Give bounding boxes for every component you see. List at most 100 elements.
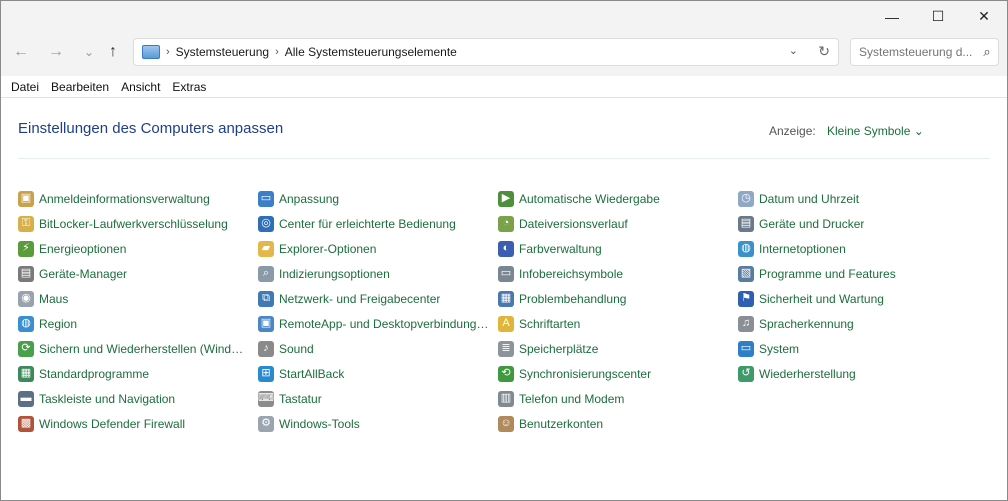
menu-bearbeiten[interactable]: Bearbeiten xyxy=(45,80,115,94)
control-panel-item-label[interactable]: Benutzerkonten xyxy=(519,417,603,431)
breadcrumb-chevron-icon[interactable]: › xyxy=(166,46,170,58)
control-panel-item[interactable]: ≣ Speicherplätze xyxy=(498,336,738,361)
control-panel-item-label[interactable]: Sichern und Wiederherstellen (Windows 7) xyxy=(39,342,249,356)
control-panel-item[interactable]: ◉ Maus xyxy=(18,286,258,311)
control-panel-item-label[interactable]: Spracherkennung xyxy=(759,317,854,331)
control-panel-item-label[interactable]: Schriftarten xyxy=(519,317,580,331)
control-panel-item-label[interactable]: Windows-Tools xyxy=(279,417,360,431)
control-panel-item-label[interactable]: Anpassung xyxy=(279,192,339,206)
control-panel-item[interactable]: ⟲ Synchronisierungscenter xyxy=(498,361,738,386)
control-panel-item-label[interactable]: Windows Defender Firewall xyxy=(39,417,185,431)
control-panel-item[interactable]: A Schriftarten xyxy=(498,311,738,336)
control-panel-item[interactable]: ▤ Geräte und Drucker xyxy=(738,211,978,236)
control-panel-item-label[interactable]: System xyxy=(759,342,799,356)
control-panel-item-label[interactable]: Wiederherstellung xyxy=(759,367,856,381)
control-panel-item-label[interactable]: Automatische Wiedergabe xyxy=(519,192,660,206)
control-panel-item[interactable]: ◐ Farbverwaltung xyxy=(498,236,738,261)
control-panel-item-label[interactable]: Maus xyxy=(39,292,68,306)
control-panel-item-label[interactable]: Datum und Uhrzeit xyxy=(759,192,859,206)
control-panel-item[interactable]: ◍ Region xyxy=(18,311,258,336)
control-panel-item-label[interactable]: Anmeldeinformationsverwaltung xyxy=(39,192,210,206)
maximize-icon[interactable]: ☐ xyxy=(915,1,961,32)
control-panel-item[interactable]: ▬ Taskleiste und Navigation xyxy=(18,386,258,411)
control-panel-item[interactable]: ▦ Standardprogramme xyxy=(18,361,258,386)
control-panel-item[interactable]: ⧉ Netzwerk- und Freigabecenter xyxy=(258,286,498,311)
close-icon[interactable]: ✕ xyxy=(961,1,1007,32)
control-panel-item-label[interactable]: BitLocker-Laufwerkverschlüsselung xyxy=(39,217,228,231)
control-panel-item-label[interactable]: Region xyxy=(39,317,77,331)
control-panel-item-label[interactable]: Indizierungsoptionen xyxy=(279,267,390,281)
control-panel-item[interactable]: ▭ Anpassung xyxy=(258,186,498,211)
control-panel-item-label[interactable]: Problembehandlung xyxy=(519,292,626,306)
control-panel-item[interactable]: ⌨ Tastatur xyxy=(258,386,498,411)
control-panel-item-label[interactable]: Sound xyxy=(279,342,314,356)
control-panel-item-label[interactable]: Taskleiste und Navigation xyxy=(39,392,175,406)
breadcrumb-systemsteuerung[interactable]: Systemsteuerung xyxy=(176,45,269,59)
view-by-dropdown[interactable]: Kleine Symbole ⌄ xyxy=(827,124,924,138)
address-dropdown-icon[interactable]: ⌄ xyxy=(789,44,798,57)
control-panel-item-label[interactable]: Farbverwaltung xyxy=(519,242,602,256)
control-panel-item-label[interactable]: Tastatur xyxy=(279,392,322,406)
control-panel-item[interactable]: ⚡ Energieoptionen xyxy=(18,236,258,261)
control-panel-item-label[interactable]: Sicherheit und Wartung xyxy=(759,292,884,306)
breadcrumb-chevron-icon[interactable]: › xyxy=(275,46,279,58)
control-panel-item[interactable]: ▰ Explorer-Optionen xyxy=(258,236,498,261)
control-panel-item[interactable]: ♪ Sound xyxy=(258,336,498,361)
back-arrow-icon[interactable]: ← xyxy=(9,40,33,64)
control-panel-item[interactable]: ⊞ StartAllBack xyxy=(258,361,498,386)
control-panel-item[interactable]: ▤ Geräte-Manager xyxy=(18,261,258,286)
control-panel-item[interactable]: ◍ Internetoptionen xyxy=(738,236,978,261)
control-panel-item[interactable]: ◎ Center für erleichterte Bedienung xyxy=(258,211,498,236)
control-panel-item-label[interactable]: Geräte und Drucker xyxy=(759,217,864,231)
address-bar[interactable]: › Systemsteuerung › Alle Systemsteuerung… xyxy=(133,38,839,66)
control-panel-item-label[interactable]: Infobereichsymbole xyxy=(519,267,623,281)
menu-ansicht[interactable]: Ansicht xyxy=(115,80,166,94)
control-panel-item-label[interactable]: Internetoptionen xyxy=(759,242,846,256)
control-panel-item-label[interactable]: Center für erleichterte Bedienung xyxy=(279,217,456,231)
forward-arrow-icon[interactable]: → xyxy=(44,40,68,64)
recent-locations-chevron-icon[interactable]: ⌄ xyxy=(77,40,101,64)
control-panel-item-label[interactable]: Energieoptionen xyxy=(39,242,126,256)
breadcrumb-all-items[interactable]: Alle Systemsteuerungselemente xyxy=(285,45,457,59)
control-panel-item[interactable]: ↺ Wiederherstellung xyxy=(738,361,978,386)
control-panel-icon xyxy=(142,45,160,59)
control-panel-item-label[interactable]: Telefon und Modem xyxy=(519,392,624,406)
control-panel-item-label[interactable]: Speicherplätze xyxy=(519,342,598,356)
control-panel-item-label[interactable]: Geräte-Manager xyxy=(39,267,127,281)
control-panel-item[interactable]: ▦ Problembehandlung xyxy=(498,286,738,311)
control-panel-item[interactable]: ▶ Automatische Wiedergabe xyxy=(498,186,738,211)
control-panel-item[interactable]: ⚑ Sicherheit und Wartung xyxy=(738,286,978,311)
control-panel-item-label[interactable]: Synchronisierungscenter xyxy=(519,367,651,381)
control-panel-item[interactable]: ▧ Programme und Features xyxy=(738,261,978,286)
control-panel-item[interactable]: ▣ RemoteApp- und Desktopverbindungen xyxy=(258,311,498,336)
control-panel-item[interactable]: ▣ Anmeldeinformationsverwaltung xyxy=(18,186,258,211)
search-input[interactable]: Systemsteuerung d... ⌕ xyxy=(850,38,999,66)
control-panel-item[interactable]: ▭ System xyxy=(738,336,978,361)
control-panel-item[interactable]: ⟳ Sichern und Wiederherstellen (Windows 7… xyxy=(18,336,258,361)
control-panel-item[interactable]: ♫ Spracherkennung xyxy=(738,311,978,336)
menu-extras[interactable]: Extras xyxy=(166,80,212,94)
control-panel-item[interactable]: ☺ Benutzerkonten xyxy=(498,411,738,436)
control-panel-item-label[interactable]: Netzwerk- und Freigabecenter xyxy=(279,292,440,306)
device-manager-icon: ▤ xyxy=(18,265,34,282)
control-panel-item[interactable]: ▩ Windows Defender Firewall xyxy=(18,411,258,436)
control-panel-item-label[interactable]: Programme und Features xyxy=(759,267,896,281)
control-panel-item-label[interactable]: Dateiversionsverlauf xyxy=(519,217,628,231)
control-panel-item[interactable]: ⚿ BitLocker-Laufwerkverschlüsselung xyxy=(18,211,258,236)
control-panel-item[interactable]: ▭ Infobereichsymbole xyxy=(498,261,738,286)
search-icon[interactable]: ⌕ xyxy=(976,44,998,60)
menu-datei[interactable]: Datei xyxy=(5,80,45,94)
control-panel-item-label[interactable]: Explorer-Optionen xyxy=(279,242,376,256)
control-panel-item-label[interactable]: StartAllBack xyxy=(279,367,344,381)
control-panel-item-label[interactable]: RemoteApp- und Desktopverbindungen xyxy=(279,317,489,331)
control-panel-item-label[interactable]: Standardprogramme xyxy=(39,367,149,381)
control-panel-item[interactable]: ⌕ Indizierungsoptionen xyxy=(258,261,498,286)
control-panel-item[interactable]: ◔ Dateiversionsverlauf xyxy=(498,211,738,236)
refresh-icon[interactable]: ↻ xyxy=(818,43,830,60)
minimize-icon[interactable]: — xyxy=(869,1,915,32)
control-panel-item[interactable]: ▥ Telefon und Modem xyxy=(498,386,738,411)
up-arrow-icon[interactable]: ↑ xyxy=(101,40,125,64)
devices-printers-icon: ▤ xyxy=(738,215,754,232)
control-panel-item[interactable]: ◷ Datum und Uhrzeit xyxy=(738,186,978,211)
control-panel-item[interactable]: ⚙ Windows-Tools xyxy=(258,411,498,436)
